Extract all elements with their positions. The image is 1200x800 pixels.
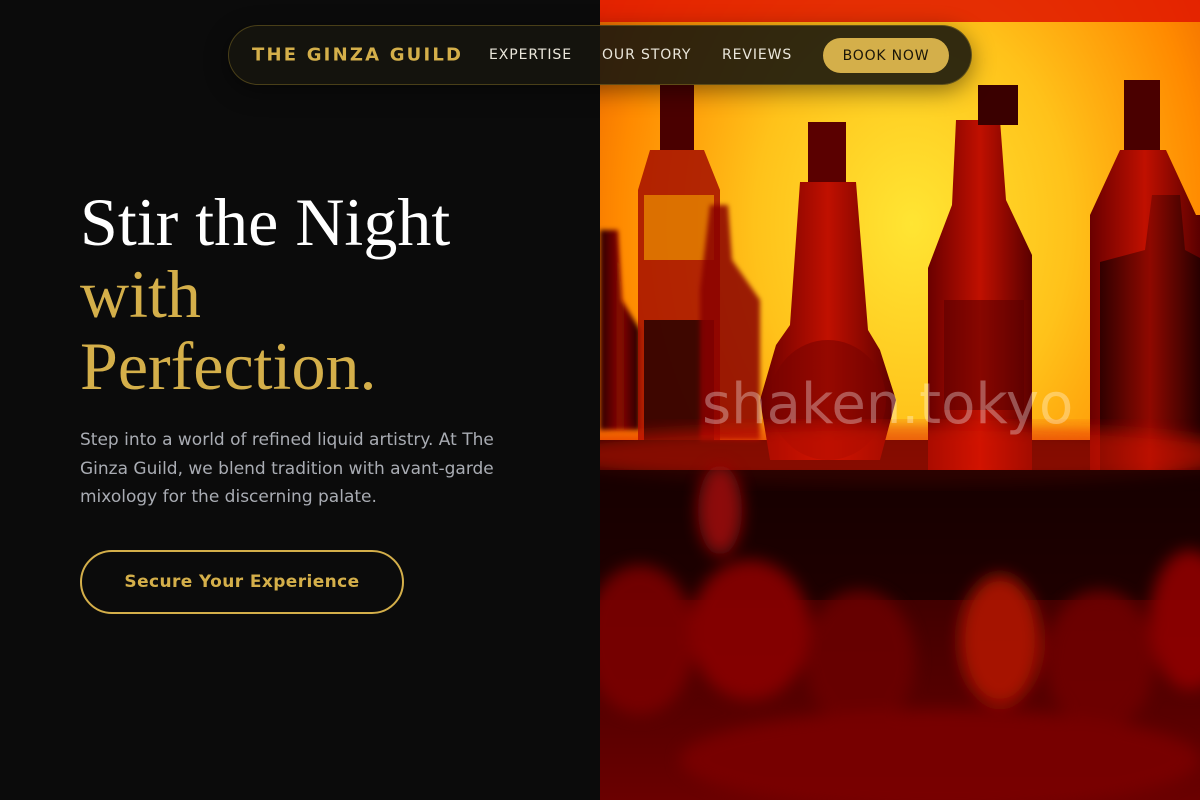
book-now-button[interactable]: BOOK NOW [823,38,949,73]
hero-title-line-2: with [80,256,201,332]
nav-link-reviews[interactable]: REVIEWS [722,47,792,63]
page: shaken.tokyo THE GINZA GUILD EXPERTISE O… [0,0,1200,800]
top-navbar: THE GINZA GUILD EXPERTISE OUR STORY REVI… [228,25,972,85]
hero-description: Step into a world of refined liquid arti… [80,430,494,507]
nav-link-expertise[interactable]: EXPERTISE [489,47,572,63]
hero-title-line-1: Stir the Night [80,184,451,260]
hero-title-line-3: Perfection. [80,328,377,404]
nav-link-our-story[interactable]: OUR STORY [602,47,691,63]
hero-title: Stir the Night with Perfection. [80,186,580,402]
hero-image [600,0,1200,800]
brand-logo[interactable]: THE GINZA GUILD [252,45,463,66]
secure-experience-button[interactable]: Secure Your Experience [80,550,404,614]
